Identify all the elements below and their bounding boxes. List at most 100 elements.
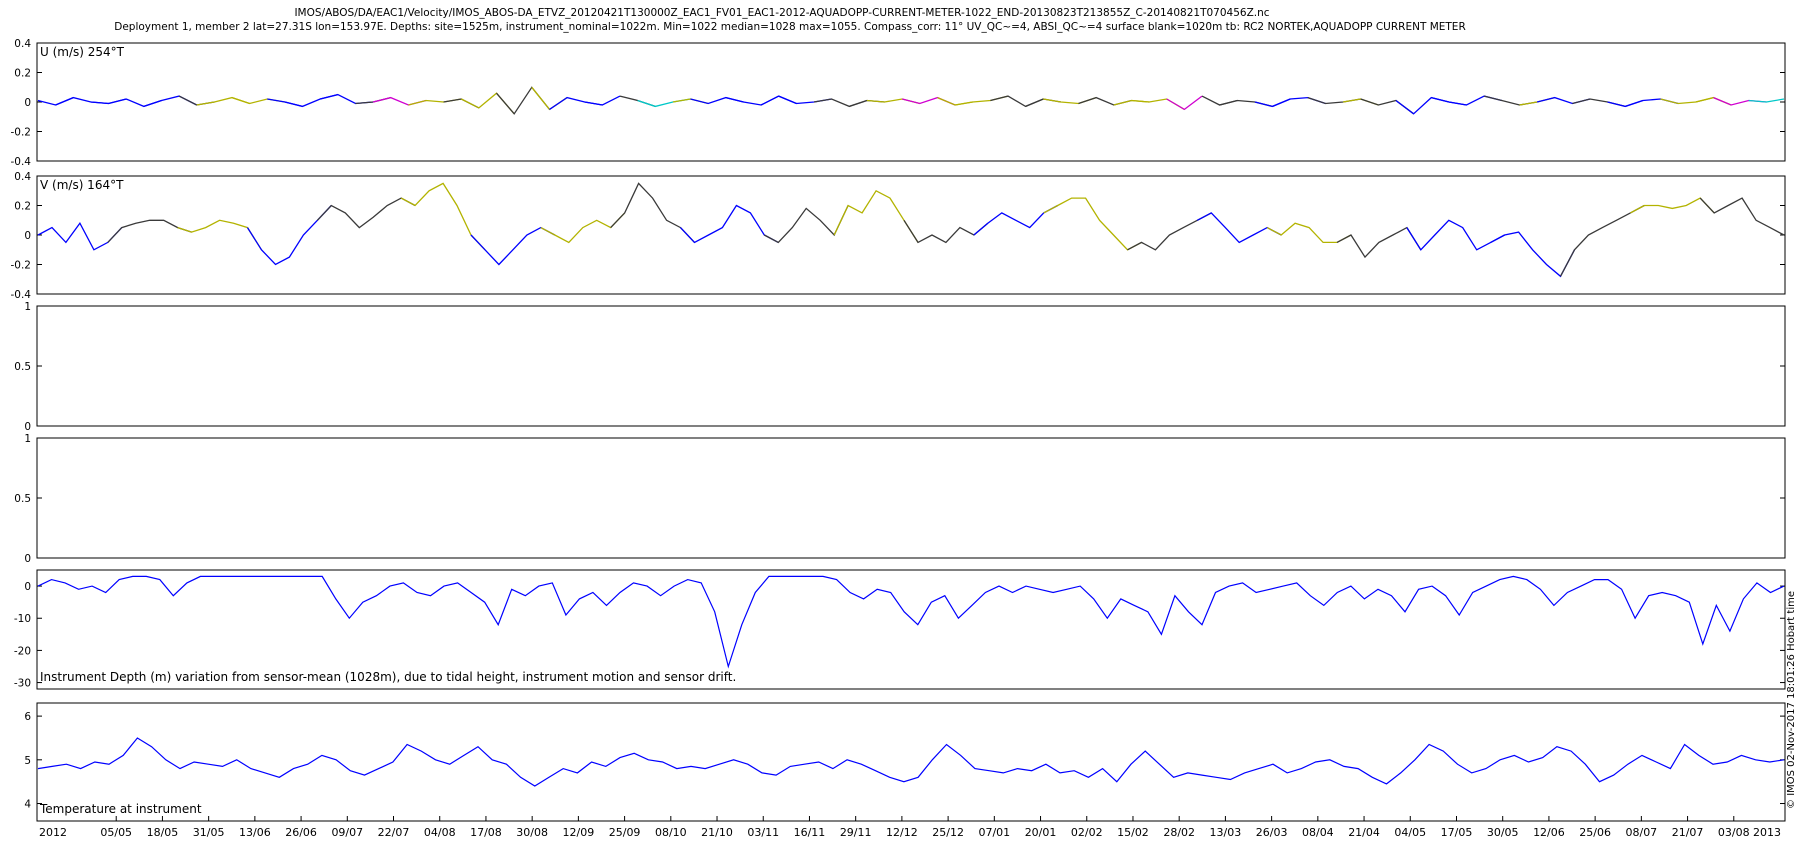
xtick-label: 21/07 <box>1672 826 1704 839</box>
xtick-label: 26/06 <box>285 826 317 839</box>
u-axes-box <box>36 42 1786 162</box>
v-series-segment <box>680 204 779 244</box>
depth-ytick-label: -20 <box>14 645 31 657</box>
xtick-label: 26/03 <box>1256 826 1288 839</box>
v-panel-label: V (m/s) 164°T <box>40 178 124 192</box>
depth-ytick-label: 0 <box>24 581 31 593</box>
xtick-label: 15/02 <box>1117 826 1149 839</box>
u-series-segment <box>1748 98 1785 103</box>
xtick-label: 2013 <box>1753 826 1781 839</box>
xtick-label: 25/06 <box>1579 826 1611 839</box>
u-ytick-label: -0.2 <box>11 127 32 139</box>
empty1-ytick-label: 0 <box>24 421 31 433</box>
xtick-label: 12/09 <box>563 826 595 839</box>
xtick-label: 18/05 <box>147 826 179 839</box>
u-series-segment <box>1078 96 1132 106</box>
empty1-axes-box <box>36 305 1786 427</box>
xtick-label: 12/06 <box>1533 826 1565 839</box>
xtick-label: 29/11 <box>840 826 872 839</box>
u-series-segment <box>372 96 427 106</box>
x-axis-ticks: 2012 05/05 18/05 31/05 13/06 26/06 09/07 22/07 0… <box>39 816 1781 839</box>
temp-ytick-label: 4 <box>24 799 31 811</box>
v-series-segment <box>470 226 556 266</box>
xtick-label: 25/09 <box>609 826 641 839</box>
xtick-label: 04/08 <box>424 826 456 839</box>
v-series-segment <box>1559 204 1645 277</box>
v-series-segment <box>763 205 849 244</box>
v-series-segment <box>973 204 1059 236</box>
panel-v-velocity: 0.4 0.2 0 -0.2 -0.4 V (m/s) 164°T <box>11 171 1786 301</box>
panel-empty-2: 10.50 <box>14 433 1786 565</box>
empty2-ytick-label: 1 <box>24 433 31 445</box>
temp-axes-box <box>36 702 1786 822</box>
u-series-segment <box>37 97 74 106</box>
xtick-label: 02/02 <box>1071 826 1103 839</box>
u-series-segment <box>55 96 109 106</box>
u-series-segment <box>443 98 480 109</box>
v-series-segment <box>107 219 192 243</box>
v-series-segment <box>833 189 919 243</box>
u-series-segment <box>531 86 568 111</box>
u-series-segment <box>1695 96 1732 106</box>
v-ytick-label: 0 <box>24 230 31 242</box>
depth-ytick-label: -10 <box>14 613 31 625</box>
temp-ytick-label: 6 <box>24 711 31 723</box>
v-series-segment <box>1490 231 1576 278</box>
u-series-segment <box>1448 95 1502 106</box>
u-series-segment <box>990 95 1044 108</box>
panel-u-velocity: 0.4 0.2 0 -0.2 -0.4 U (m/s) 254°T <box>11 38 1786 168</box>
u-series-segment <box>1254 98 1291 108</box>
xtick-label: 03/11 <box>747 826 779 839</box>
figure-title: IMOS/ABOS/DA/EAC1/Velocity/IMOS_ABOS-DA_… <box>294 7 1269 19</box>
v-series-segment <box>177 219 263 251</box>
u-series-segment <box>1360 98 1414 115</box>
empty1-ytick-label: 1 <box>24 301 31 313</box>
xtick-label: 05/05 <box>100 826 132 839</box>
v-series-segment <box>316 197 416 229</box>
xtick-label: 04/05 <box>1394 826 1426 839</box>
u-series-segment <box>937 97 973 106</box>
v-series-segment <box>903 219 989 244</box>
xtick-label: 03/08 <box>1718 826 1750 839</box>
empty2-axes-box <box>36 437 1786 559</box>
u-series-segment <box>1660 96 1714 105</box>
depth-panel-label: Instrument Depth (m) variation from sens… <box>40 670 736 684</box>
xtick-label: 13/03 <box>1210 826 1242 839</box>
u-series-segment <box>1201 95 1238 106</box>
u-ytick-label: 0.2 <box>14 68 31 80</box>
v-series-segment <box>1699 197 1785 236</box>
u-ytick-label: 0.4 <box>14 38 31 50</box>
v-series-segment <box>610 182 695 243</box>
xtick-label: 08/10 <box>655 826 687 839</box>
v-series-segment <box>540 212 626 244</box>
empty1-ytick-label: 0.5 <box>14 361 31 373</box>
xtick-label: 2012 <box>39 826 67 839</box>
u-series-segment <box>1272 96 1326 107</box>
empty2-ytick-label: 0 <box>24 553 31 565</box>
v-ytick-label: 0.2 <box>14 201 31 213</box>
u-series-segment <box>1166 95 1203 111</box>
u-series-segment <box>1025 98 1062 107</box>
xtick-label: 17/05 <box>1441 826 1473 839</box>
v-series-segment <box>1336 226 1422 259</box>
xtick-label: 12/12 <box>886 826 918 839</box>
u-series-segment <box>178 95 215 106</box>
xtick-label: 28/02 <box>1163 826 1195 839</box>
v-series-segment <box>400 182 486 251</box>
temp-ytick-label: 5 <box>24 755 31 767</box>
panel-empty-1: 10.50 <box>14 301 1786 433</box>
depth-ytick-label: -30 <box>14 678 31 690</box>
v-series-segment <box>37 221 123 251</box>
u-series-segment <box>1572 98 1626 108</box>
u-ytick-label: -0.4 <box>11 156 32 168</box>
xtick-label: 08/07 <box>1625 826 1657 839</box>
empty2-ytick-label: 0.5 <box>14 493 31 505</box>
v-axes-box <box>36 175 1786 295</box>
v-ytick-label: -0.2 <box>11 260 32 272</box>
xtick-label: 21/10 <box>701 826 733 839</box>
u-series-segment <box>461 92 515 115</box>
v-series-segment <box>1127 212 1212 251</box>
xtick-label: 25/12 <box>932 826 964 839</box>
v-series-segment <box>1266 222 1352 244</box>
panel-temperature: 6 5 4 Temperature at instrument <box>24 702 1786 822</box>
